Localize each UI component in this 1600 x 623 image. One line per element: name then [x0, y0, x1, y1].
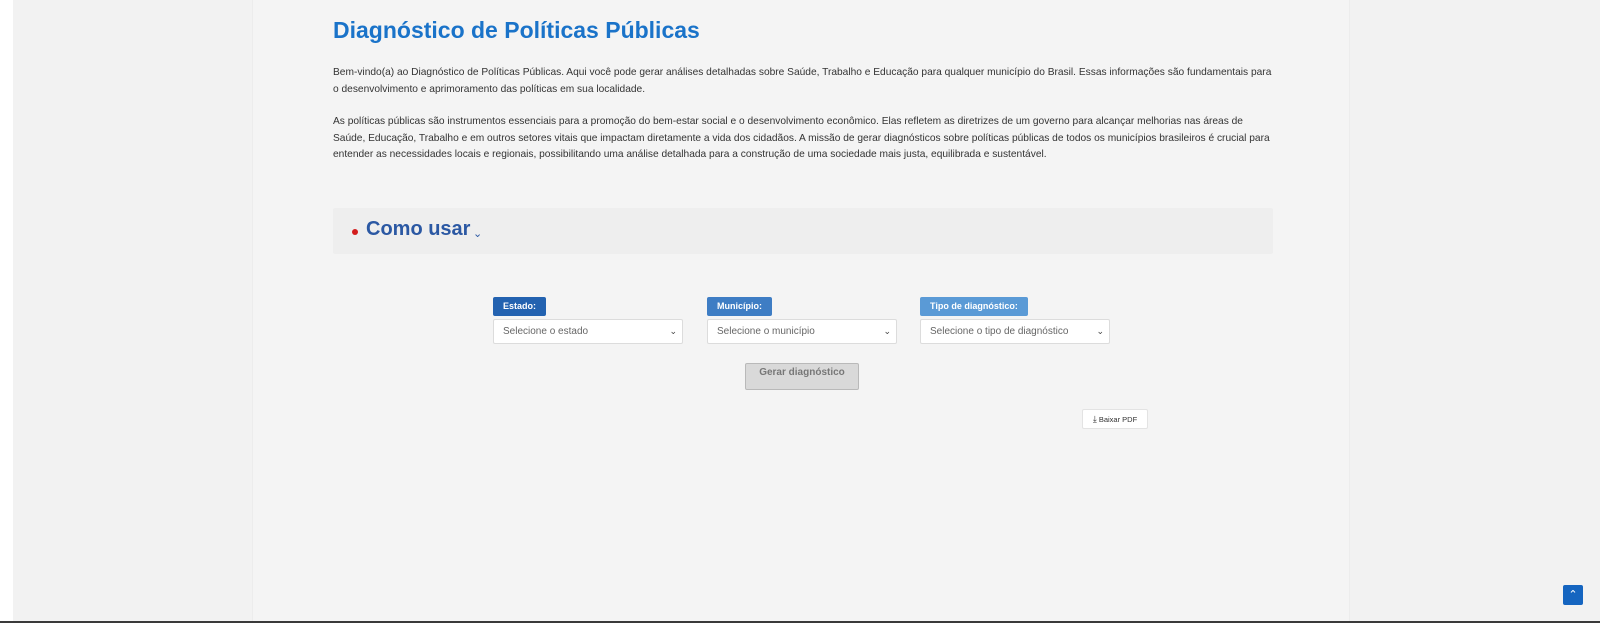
download-icon: ⤓	[1092, 414, 1097, 424]
chevron-down-icon: ⌄	[473, 228, 483, 240]
estado-field: Estado: Selecione o estado ⌄	[493, 296, 683, 344]
tipo-diagnostico-label: Tipo de diagnóstico:	[920, 297, 1028, 316]
intro-paragraph-1: Bem-vindo(a) ao Diagnóstico de Políticas…	[333, 67, 1272, 95]
chevron-down-icon: ⌄	[883, 326, 891, 336]
estado-select[interactable]: Selecione o estado ⌄	[493, 319, 683, 344]
how-to-use-toggle[interactable]: Como usar ⌄	[333, 208, 1273, 254]
chevron-down-icon: ⌄	[669, 326, 677, 336]
municipio-field: Município: Selecione o município ⌄	[707, 296, 897, 344]
estado-label: Estado:	[493, 297, 547, 316]
estado-select-value: Selecione o estado	[503, 326, 589, 337]
tipo-diagnostico-field: Tipo de diagnóstico: Selecione o tipo de…	[920, 296, 1110, 344]
municipio-label: Município:	[707, 297, 772, 316]
page-container: Diagnóstico de Políticas Públicas Bem-vi…	[252, 0, 1350, 621]
municipio-select[interactable]: Selecione o município ⌄	[707, 319, 897, 344]
chevron-up-icon: ⌃	[1568, 589, 1578, 601]
left-edge-strip	[0, 0, 13, 623]
municipio-select-value: Selecione o município	[717, 326, 815, 337]
chevron-down-icon: ⌄	[1096, 326, 1104, 336]
bullet-dot-icon	[352, 229, 358, 235]
how-to-use-label: Como usar	[366, 218, 471, 240]
page-title: Diagnóstico de Políticas Públicas	[333, 17, 700, 43]
tipo-diagnostico-select-value: Selecione o tipo de diagnóstico	[930, 326, 1069, 337]
intro-paragraph-2: As políticas públicas são instrumentos e…	[333, 116, 1270, 160]
download-pdf-label: Baixar PDF	[1098, 415, 1138, 424]
generate-diagnostic-button[interactable]: Gerar diagnóstico	[745, 363, 859, 390]
download-pdf-button[interactable]: ⤓ Baixar PDF	[1082, 409, 1148, 429]
tipo-diagnostico-select[interactable]: Selecione o tipo de diagnóstico ⌄	[920, 319, 1110, 344]
scroll-to-top-button[interactable]: ⌃	[1563, 585, 1583, 605]
